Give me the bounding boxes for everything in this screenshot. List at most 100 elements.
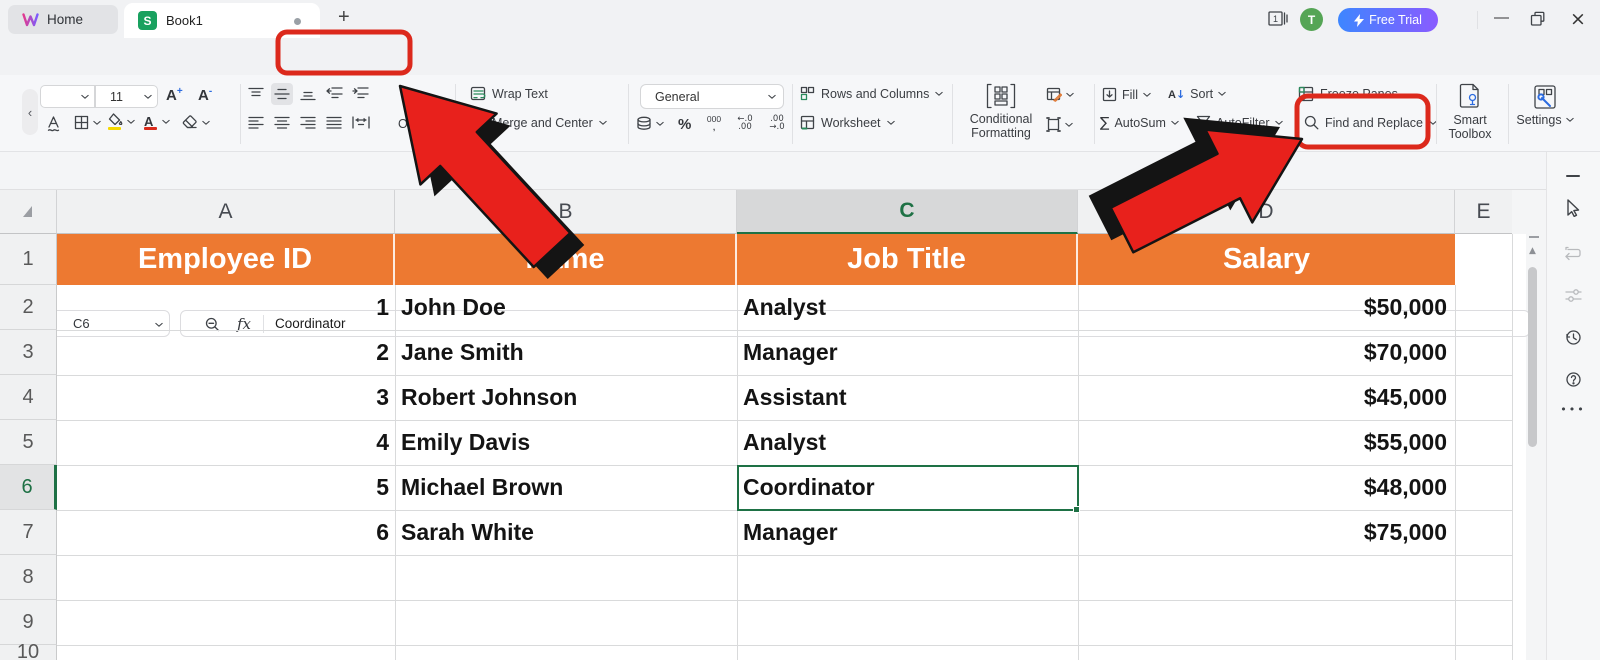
cell-a2[interactable]: 1 [57, 285, 389, 330]
cell-a4[interactable]: 3 [57, 375, 389, 420]
avatar[interactable]: T [1300, 8, 1323, 31]
row-header-7[interactable]: 7 [0, 510, 57, 555]
cell-d7[interactable]: $75,000 [1078, 510, 1447, 555]
row-header-6-selected[interactable]: 6 [0, 465, 57, 510]
close-button[interactable]: × [1570, 8, 1586, 30]
scrollbar-minus[interactable] [1529, 236, 1539, 238]
wrap-text-button[interactable]: Wrap Text [470, 86, 548, 101]
rows-and-columns-button[interactable]: Rows and Columns [800, 86, 944, 102]
table-header-salary[interactable]: Salary [1078, 234, 1455, 285]
select-all-corner[interactable] [0, 190, 57, 234]
cell-a3[interactable]: 2 [57, 330, 389, 375]
fill-color-button[interactable] [108, 113, 135, 130]
eraser-button[interactable] [182, 115, 210, 130]
help-button[interactable] [1562, 368, 1584, 390]
table-header-name[interactable]: Name [395, 234, 737, 285]
adjust-settings-button[interactable] [1562, 284, 1584, 306]
select-tool-button[interactable] [1562, 197, 1584, 219]
row-header-10[interactable]: 10 [0, 641, 57, 660]
cell-a5[interactable]: 4 [57, 420, 389, 465]
cell-c2[interactable]: Analyst [743, 285, 1073, 330]
hide-sidebar-button[interactable] [1562, 165, 1584, 187]
column-header-a[interactable]: A [57, 190, 395, 234]
orientation-label-partial[interactable]: Or [398, 117, 412, 131]
merge-and-center-button[interactable]: Merge and Center [470, 115, 607, 130]
ribbon-pane-collapse-button[interactable]: ‹ [22, 89, 38, 135]
autofilter-button[interactable]: AutoFilter [1196, 115, 1283, 130]
row-header-8[interactable]: 8 [0, 555, 57, 600]
smart-toolbox-button[interactable]: Smart Toolbox [1440, 83, 1500, 141]
format-table-style-button[interactable] [1046, 87, 1074, 102]
column-header-d[interactable]: D [1078, 190, 1455, 234]
cell-b7[interactable]: Sarah White [401, 510, 731, 555]
align-center-button[interactable] [274, 116, 290, 129]
cell-b5[interactable]: Emily Davis [401, 420, 731, 465]
row-header-2[interactable]: 2 [0, 285, 57, 330]
free-trial-button[interactable]: Free Trial [1338, 8, 1438, 32]
comma-style-button[interactable]: 000, [702, 115, 726, 132]
fill-button[interactable]: Fill [1102, 87, 1151, 102]
row-header-3[interactable]: 3 [0, 330, 57, 375]
table-header-job-title[interactable]: Job Title [737, 234, 1078, 285]
cell-c7[interactable]: Manager [743, 510, 1073, 555]
decrease-indent-button[interactable] [326, 87, 343, 101]
font-color-button[interactable]: A [144, 113, 170, 130]
document-tab-book1[interactable]: S Book1 [124, 3, 320, 38]
cell-border-style-button[interactable] [1046, 117, 1073, 132]
cell-b6[interactable]: Michael Brown [401, 465, 731, 510]
cell-d3[interactable]: $70,000 [1078, 330, 1447, 375]
row-header-4[interactable]: 4 [0, 375, 57, 420]
column-header-c-selected[interactable]: C [737, 190, 1078, 234]
cell-d2[interactable]: $50,000 [1078, 285, 1447, 330]
settings-button[interactable]: Settings [1514, 83, 1576, 127]
history-button[interactable] [1562, 326, 1584, 348]
cell-b2[interactable]: John Doe [401, 285, 731, 330]
table-header-employee-id[interactable]: Employee ID [57, 234, 395, 285]
worksheet-button[interactable]: Worksheet [800, 115, 895, 130]
new-tab-button[interactable]: + [338, 6, 350, 29]
minimize-button[interactable]: — [1494, 9, 1509, 26]
restore-button[interactable] [1530, 11, 1546, 27]
align-top-button[interactable] [248, 87, 264, 101]
column-header-b[interactable]: B [395, 190, 737, 234]
window-count-badge[interactable]: 1 [1268, 10, 1288, 28]
borders-button[interactable] [74, 115, 101, 130]
font-size-combo[interactable]: 11 [95, 85, 158, 108]
decrease-decimal-button[interactable]: ←.0.00 [732, 115, 758, 132]
find-and-replace-button[interactable]: Find and Replace [1304, 115, 1437, 130]
freeze-panes-button[interactable]: Freeze Panes [1298, 86, 1398, 102]
column-header-e[interactable]: E [1455, 190, 1512, 234]
vertical-scrollbar-thumb[interactable] [1528, 267, 1537, 447]
app-home-tab[interactable]: Home [8, 5, 118, 34]
cell-a7[interactable]: 6 [57, 510, 389, 555]
cell-c4[interactable]: Assistant [743, 375, 1073, 420]
sidebar-more-button[interactable]: ••• [1560, 398, 1584, 420]
align-middle-button[interactable] [271, 83, 293, 105]
align-left-button[interactable] [248, 116, 264, 129]
cell-d5[interactable]: $55,000 [1078, 420, 1447, 465]
conditional-formatting-button[interactable]: Conditional Formatting [965, 83, 1037, 140]
cell-c5[interactable]: Analyst [743, 420, 1073, 465]
increase-font-button[interactable]: A+ [166, 86, 183, 104]
align-bottom-button[interactable] [300, 87, 316, 101]
sort-button[interactable]: A↓ Sort [1168, 87, 1226, 101]
increase-indent-button[interactable] [352, 87, 369, 101]
scrollbar-up-arrow[interactable]: ▲ [1529, 246, 1536, 256]
cell-d6[interactable]: $48,000 [1078, 465, 1447, 510]
cell-c3[interactable]: Manager [743, 330, 1073, 375]
autosum-button[interactable]: ∑ AutoSum [1100, 115, 1179, 131]
percent-style-button[interactable]: % [678, 116, 691, 133]
fill-handle[interactable] [1073, 506, 1080, 513]
font-name-combo[interactable] [40, 85, 95, 108]
align-right-button[interactable] [300, 116, 316, 129]
increase-decimal-button[interactable]: .00 →.0 [764, 115, 790, 132]
row-header-1[interactable]: 1 [0, 234, 57, 285]
distributed-button[interactable] [352, 116, 370, 129]
cell-b4[interactable]: Robert Johnson [401, 375, 731, 420]
row-header-9[interactable]: 9 [0, 600, 57, 645]
decrease-font-button[interactable]: A- [198, 86, 212, 104]
cell-a6[interactable]: 5 [57, 465, 389, 510]
currency-format-button[interactable] [636, 116, 664, 131]
row-header-5[interactable]: 5 [0, 420, 57, 465]
pinyin-guide-button[interactable] [46, 115, 61, 132]
